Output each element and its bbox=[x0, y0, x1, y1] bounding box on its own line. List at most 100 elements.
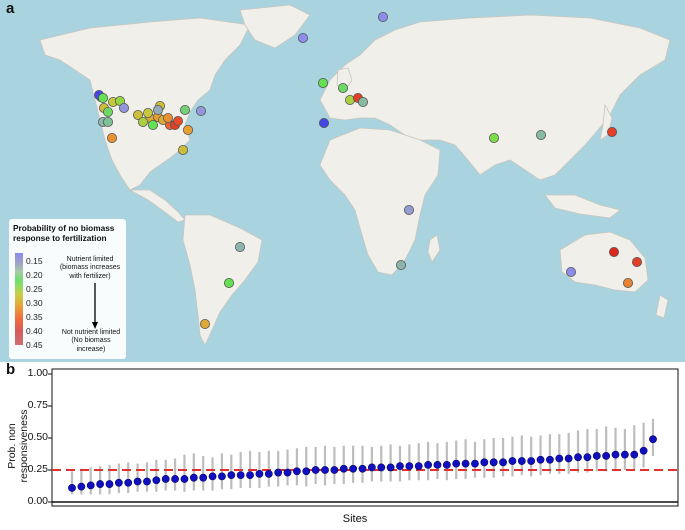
data-point bbox=[77, 482, 86, 491]
data-point bbox=[452, 459, 461, 468]
map-site-point bbox=[195, 106, 206, 117]
map-site-point bbox=[403, 204, 414, 215]
legend-not-limited-label: Not nutrient limited (No biomass increas… bbox=[61, 329, 121, 353]
data-point bbox=[367, 463, 376, 472]
probability-chart-panel: b 1.00 0.75 0.50 0.25 0.00 Prob. non res… bbox=[0, 361, 685, 530]
data-point bbox=[630, 450, 639, 459]
data-point bbox=[527, 457, 536, 465]
map-site-point bbox=[223, 277, 234, 288]
map-site-point bbox=[566, 266, 577, 277]
data-point bbox=[405, 462, 414, 471]
data-point bbox=[611, 450, 620, 459]
y-axis-label: Prob. non responsiveness bbox=[6, 409, 30, 483]
data-point bbox=[480, 458, 489, 467]
data-point bbox=[321, 466, 329, 474]
world-map-panel: a Probability of no biomass response to … bbox=[0, 0, 685, 362]
data-point bbox=[461, 459, 470, 468]
data-point bbox=[86, 481, 95, 490]
data-point bbox=[171, 475, 179, 483]
legend-colorbar bbox=[15, 253, 23, 345]
map-site-point bbox=[337, 83, 348, 94]
map-site-point bbox=[142, 108, 153, 119]
central-america-land bbox=[128, 189, 186, 223]
map-site-point bbox=[609, 246, 620, 257]
south-america-land bbox=[182, 214, 263, 346]
data-point bbox=[124, 478, 133, 487]
land-masses bbox=[39, 4, 671, 346]
map-site-point bbox=[119, 103, 130, 114]
data-point bbox=[639, 446, 648, 455]
map-site-point bbox=[395, 259, 406, 270]
data-point bbox=[236, 471, 245, 480]
map-site-point bbox=[199, 318, 210, 329]
data-point bbox=[274, 468, 283, 477]
map-site-point bbox=[137, 117, 148, 128]
legend-tick: 0.20 bbox=[26, 270, 43, 280]
data-point bbox=[311, 466, 320, 474]
map-site-point bbox=[152, 105, 163, 116]
map-site-point bbox=[177, 144, 188, 155]
data-point bbox=[546, 455, 554, 464]
data-point bbox=[649, 435, 657, 444]
data-point bbox=[339, 464, 348, 473]
data-point bbox=[592, 452, 601, 460]
data-point bbox=[574, 453, 582, 462]
data-point bbox=[489, 458, 498, 467]
indonesia-land bbox=[544, 194, 621, 219]
legend-tick: 0.30 bbox=[26, 298, 43, 308]
data-point bbox=[602, 452, 611, 460]
data-point bbox=[302, 467, 311, 476]
map-site-point bbox=[297, 33, 308, 44]
data-point bbox=[96, 480, 105, 488]
data-point bbox=[499, 458, 507, 467]
map-site-point bbox=[162, 113, 173, 124]
data-point bbox=[293, 467, 301, 476]
probability-chart bbox=[48, 368, 679, 507]
data-point bbox=[189, 473, 198, 482]
data-point bbox=[180, 475, 189, 483]
data-point bbox=[424, 460, 432, 469]
map-site-point bbox=[179, 105, 190, 116]
data-point bbox=[143, 477, 151, 486]
map-site-point bbox=[103, 107, 114, 118]
legend-tick: 0.15 bbox=[26, 256, 43, 266]
legend-tick: 0.35 bbox=[26, 312, 43, 322]
data-point bbox=[508, 457, 517, 465]
data-point bbox=[564, 454, 573, 463]
data-point bbox=[133, 477, 142, 486]
data-point bbox=[208, 472, 217, 481]
legend-nutrient-limited-label: Nutrient limited (biomass increases with… bbox=[59, 256, 121, 280]
madagascar-land bbox=[427, 234, 441, 263]
map-site-point bbox=[357, 97, 368, 108]
data-point bbox=[283, 468, 292, 477]
data-point bbox=[358, 464, 367, 473]
y-tick-label: 1.00 bbox=[27, 367, 48, 379]
map-site-point bbox=[632, 256, 643, 267]
data-point bbox=[386, 463, 395, 472]
africa-land bbox=[319, 127, 441, 276]
data-point bbox=[471, 459, 479, 468]
x-axis-label: Sites bbox=[342, 513, 368, 525]
data-point bbox=[583, 453, 592, 462]
map-site-point bbox=[98, 93, 109, 104]
panel-label-a: a bbox=[6, 0, 15, 17]
data-point bbox=[349, 464, 358, 473]
map-site-point bbox=[488, 132, 499, 143]
data-point bbox=[396, 462, 404, 471]
new-zealand-land bbox=[655, 294, 669, 319]
map-legend: Probability of no biomass response to fe… bbox=[9, 219, 126, 359]
data-point bbox=[517, 457, 526, 465]
data-point bbox=[377, 463, 386, 472]
legend-tick: 0.25 bbox=[26, 284, 43, 294]
arrow-down-icon bbox=[92, 283, 98, 329]
data-point bbox=[264, 469, 273, 478]
data-point bbox=[105, 480, 114, 488]
data-point bbox=[255, 469, 264, 478]
data-point bbox=[414, 462, 423, 471]
map-site-point bbox=[234, 241, 245, 252]
legend-tick: 0.40 bbox=[26, 326, 43, 336]
data-point bbox=[330, 466, 339, 474]
map-site-point bbox=[107, 132, 118, 143]
data-point bbox=[433, 460, 442, 469]
data-point bbox=[246, 471, 254, 480]
